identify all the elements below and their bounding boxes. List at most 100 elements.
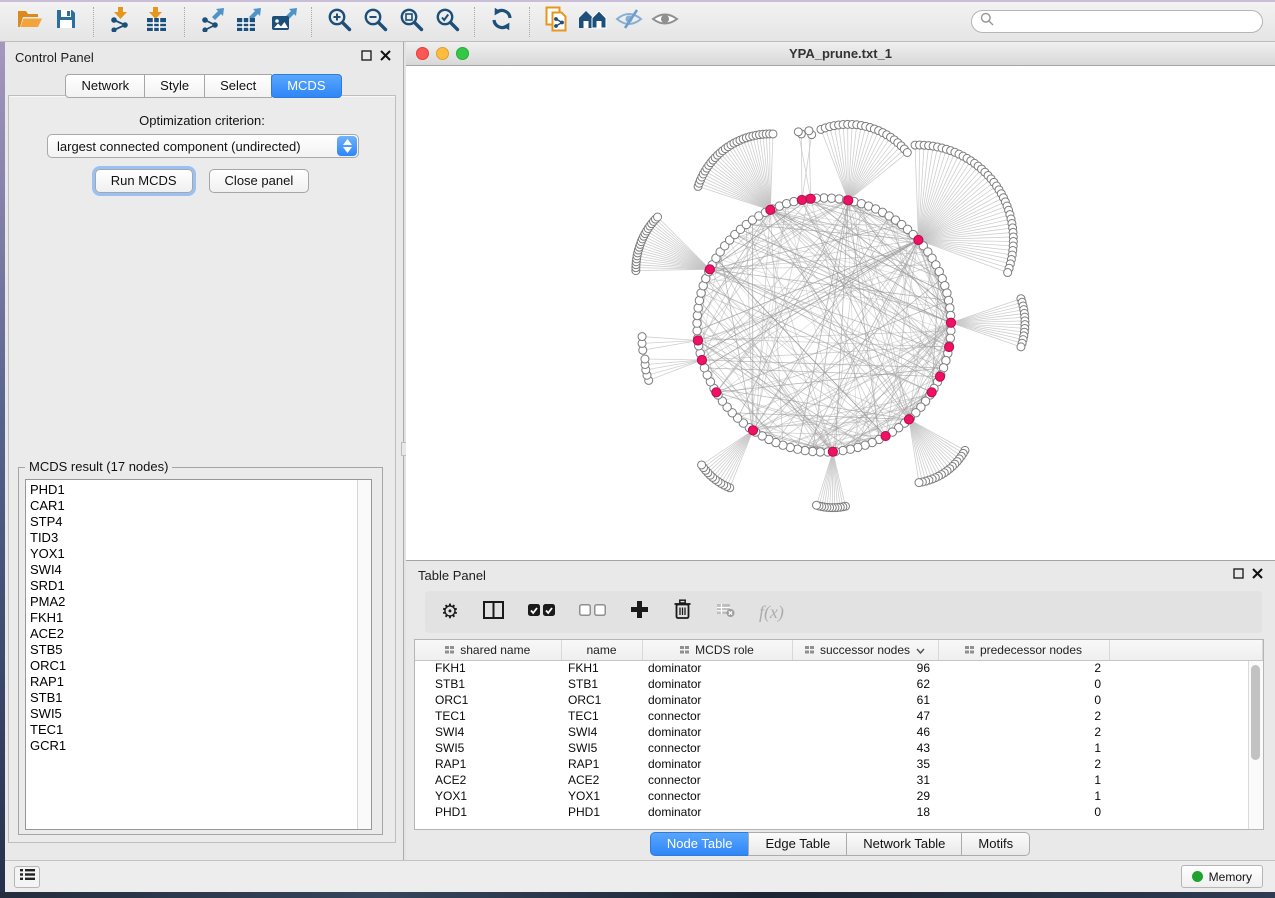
- houses-icon: [578, 8, 608, 35]
- delete-column-button[interactable]: [673, 599, 692, 625]
- zoom-fit-button[interactable]: [393, 5, 429, 39]
- mcds-result-item[interactable]: STP4: [30, 514, 355, 530]
- add-column-button[interactable]: [630, 600, 649, 624]
- tab-network-table[interactable]: Network Table: [846, 832, 962, 856]
- run-mcds-button[interactable]: Run MCDS: [95, 169, 193, 193]
- control-panel: Control Panel Network Style Select MCDS …: [5, 42, 403, 860]
- refresh-button[interactable]: [484, 5, 520, 39]
- select-all-button[interactable]: [528, 603, 555, 621]
- zoom-window-icon[interactable]: [456, 47, 469, 60]
- column-header-successor-nodes[interactable]: successor nodes: [792, 640, 938, 660]
- mcds-result-item[interactable]: ORC1: [30, 658, 355, 674]
- mcds-result-item[interactable]: TID3: [30, 530, 355, 546]
- tab-style[interactable]: Style: [144, 74, 205, 98]
- search-icon: [980, 12, 994, 31]
- table-row[interactable]: TEC1TEC1connector472: [415, 708, 1263, 724]
- network-canvas[interactable]: [406, 66, 1275, 560]
- table-scrollbar[interactable]: [1248, 661, 1263, 829]
- deselect-all-button[interactable]: [579, 603, 606, 621]
- export-image-button[interactable]: [266, 5, 302, 39]
- show-columns-button[interactable]: [483, 601, 504, 624]
- list-menu-icon: [20, 868, 35, 886]
- cell-successor-nodes: 96: [792, 660, 938, 676]
- toolbar-separator: [184, 7, 185, 37]
- tab-node-table[interactable]: Node Table: [650, 832, 750, 856]
- mcds-result-item[interactable]: FKH1: [30, 610, 355, 626]
- import-network-button[interactable]: [103, 5, 139, 39]
- mcds-result-item[interactable]: STB1: [30, 690, 355, 706]
- criterion-dropdown[interactable]: largest connected component (undirected): [47, 134, 359, 158]
- cell-predecessor-nodes: 0: [938, 692, 1109, 708]
- tab-mcds[interactable]: MCDS: [271, 74, 341, 98]
- table-settings-button[interactable]: ⚙: [441, 602, 459, 622]
- save-session-button[interactable]: [48, 5, 84, 39]
- table-row[interactable]: SWI4SWI4dominator462: [415, 724, 1263, 740]
- first-neighbors-button[interactable]: [575, 5, 611, 39]
- column-header-shared-name[interactable]: shared name: [415, 640, 561, 660]
- cell-name: STB1: [561, 676, 642, 692]
- delete-table-icon: [716, 602, 735, 623]
- cell-mcds-role: dominator: [642, 676, 792, 692]
- mcds-result-item[interactable]: SRD1: [30, 578, 355, 594]
- cell-predecessor-nodes: 1: [938, 788, 1109, 804]
- table-row[interactable]: RAP1RAP1dominator352: [415, 756, 1263, 772]
- tab-edge-table[interactable]: Edge Table: [748, 832, 847, 856]
- list-scrollbar[interactable]: [357, 480, 371, 829]
- mcds-result-item[interactable]: GCR1: [30, 738, 355, 754]
- mcds-result-item[interactable]: SWI4: [30, 562, 355, 578]
- table-row[interactable]: YOX1YOX1connector291: [415, 788, 1263, 804]
- mcds-result-item[interactable]: YOX1: [30, 546, 355, 562]
- zoom-in-button[interactable]: [321, 5, 357, 39]
- unchecked-box-icon: [579, 603, 591, 621]
- export-table-button[interactable]: [230, 5, 266, 39]
- table-row[interactable]: PHD1PHD1dominator180: [415, 804, 1263, 820]
- table-row[interactable]: STB1STB1dominator620: [415, 676, 1263, 692]
- minimize-window-icon[interactable]: [436, 47, 449, 60]
- search-input[interactable]: [999, 15, 1254, 29]
- export-network-button[interactable]: [194, 5, 230, 39]
- show-all-button[interactable]: [647, 5, 683, 39]
- tab-motifs[interactable]: Motifs: [961, 832, 1030, 856]
- table-row[interactable]: ORC1ORC1dominator610: [415, 692, 1263, 708]
- cytoscape-window: Control Panel Network Style Select MCDS …: [0, 0, 1275, 898]
- mcds-result-item[interactable]: SWI5: [30, 706, 355, 722]
- table-scrollbar-thumb[interactable]: [1251, 665, 1260, 760]
- memory-button[interactable]: Memory: [1181, 865, 1263, 888]
- zoom-selected-button[interactable]: [429, 5, 465, 39]
- open-file-button[interactable]: [12, 5, 48, 39]
- mcds-result-item[interactable]: STB5: [30, 642, 355, 658]
- column-header-name[interactable]: name: [561, 640, 642, 660]
- mcds-result-item[interactable]: PMA2: [30, 594, 355, 610]
- mcds-result-item[interactable]: PHD1: [30, 482, 355, 498]
- tab-select[interactable]: Select: [204, 74, 272, 98]
- tab-network[interactable]: Network: [65, 74, 145, 98]
- import-table-button[interactable]: [139, 5, 175, 39]
- mcds-result-item[interactable]: CAR1: [30, 498, 355, 514]
- table-toolbar: ⚙ f(x): [425, 591, 1262, 633]
- column-header-predecessor-nodes[interactable]: predecessor nodes: [938, 640, 1109, 660]
- zoom-out-button[interactable]: [357, 5, 393, 39]
- search-field[interactable]: [971, 10, 1263, 33]
- close-panel-icon[interactable]: [380, 48, 391, 66]
- network-window-titlebar[interactable]: YPA_prune.txt_1: [406, 42, 1275, 66]
- cell-predecessor-nodes: 0: [938, 804, 1109, 820]
- mcds-result-item[interactable]: ACE2: [30, 626, 355, 642]
- hide-selected-button[interactable]: [611, 5, 647, 39]
- close-panel-button[interactable]: Close panel: [209, 169, 310, 193]
- cell-shared-name: SWI4: [415, 724, 561, 740]
- table-row[interactable]: ACE2ACE2connector311: [415, 772, 1263, 788]
- cell-name: SWI5: [561, 740, 642, 756]
- close-window-icon[interactable]: [416, 47, 429, 60]
- column-header-mcds-role[interactable]: MCDS role: [642, 640, 792, 660]
- float-table-panel-icon[interactable]: [1233, 566, 1244, 584]
- cell-filler: [1109, 788, 1263, 804]
- cell-filler: [1109, 708, 1263, 724]
- show-panels-button[interactable]: [14, 866, 40, 888]
- table-row[interactable]: SWI5SWI5connector431: [415, 740, 1263, 756]
- mcds-result-item[interactable]: RAP1: [30, 674, 355, 690]
- clone-network-button[interactable]: [539, 5, 575, 39]
- close-table-panel-icon[interactable]: [1252, 566, 1263, 584]
- table-row[interactable]: FKH1FKH1dominator962: [415, 660, 1263, 676]
- mcds-result-item[interactable]: TEC1: [30, 722, 355, 738]
- float-panel-icon[interactable]: [361, 48, 372, 66]
